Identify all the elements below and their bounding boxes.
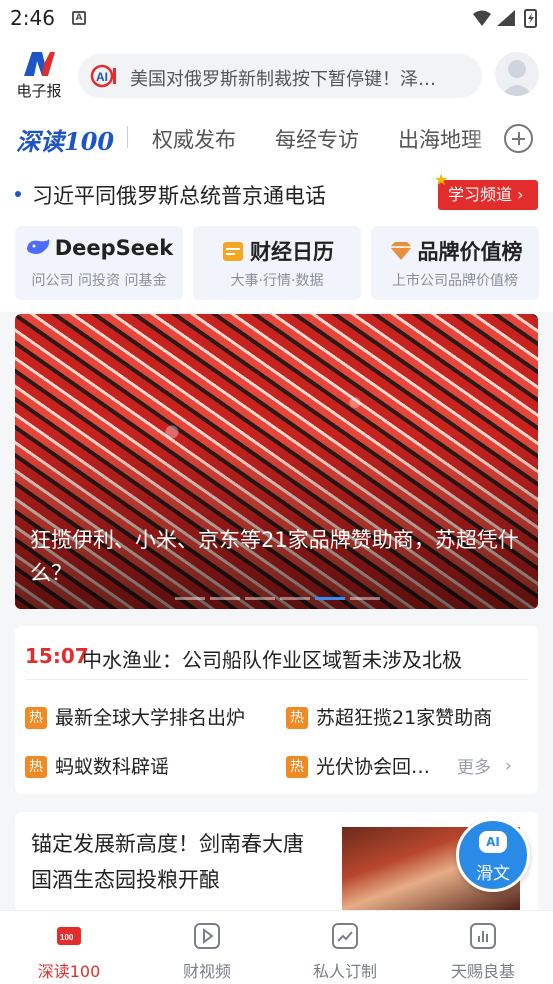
nav-custom[interactable]: 私人订制 [276,911,414,984]
card-calendar-title: 财经日历 [193,236,361,266]
fund-icon [470,923,496,949]
carousel-dot [175,597,205,600]
chevron-right-icon[interactable]: › [505,756,512,776]
nav-label: 深读100 [37,962,101,981]
ai-search-icon: AI [90,64,116,88]
status-icons [473,9,537,28]
app-header: 电子报 AI 美国对俄罗斯新制裁按下暂停键！泽… [0,36,553,116]
hot-item-text: 苏超狂揽21家赞助商 [316,707,493,729]
card-brand-ranking[interactable]: 品牌价值榜 上市公司品牌价值榜 [371,226,539,300]
study-channel-label: 学习频道 [448,185,513,204]
hot-item-text: 光伏协会回… [316,756,431,778]
tab-divider [127,126,128,148]
nbd-logo-icon [24,52,55,76]
hot-item[interactable]: 热最新全球大学排名出炉 [25,703,245,730]
tab-shendu100-label: 深读100 [16,127,115,156]
flash-headline[interactable]: 中水渔业：公司船队作业区域暂未涉及北极 [82,644,462,673]
card-deepseek-subtitle: 问公司 问投资 问基金 [31,273,167,289]
news-flash-panel: 15:07 中水渔业：公司船队作业区域暂未涉及北极 热最新全球大学排名出炉 热苏… [15,626,538,794]
card-calendar-subtitle: 大事·行情·数据 [230,273,324,289]
nav-label: 私人订制 [312,962,377,981]
carousel-dot [350,597,380,600]
article-title[interactable]: 锚定发展新高度！剑南春大唐国酒生态园投粮开酿 [31,826,321,898]
carousel-dot [210,597,240,600]
banner-caption[interactable]: 狂揽伊利、小米、京东等21家品牌赞助商，苏超凭什么？ [30,524,525,590]
feature-cards: DeepSeek 问公司 问投资 问基金 财经日历 大事·行情·数据 品牌价值榜 [0,218,553,312]
card-finance-calendar[interactable]: 财经日历 大事·行情·数据 [193,226,361,300]
hot-tag: 热 [25,707,47,729]
a-icon: A [72,11,86,25]
hot-tag: 热 [25,756,47,778]
calendar-icon [223,242,243,261]
e-paper-logo[interactable]: 电子报 [14,50,64,100]
logo-label: 电子报 [16,82,62,100]
tab-shendu100[interactable]: 深读100 [16,122,116,156]
user-icon [501,60,533,96]
carousel-dot [245,597,275,600]
ai-floating-button[interactable]: AI 滑文 [456,818,530,892]
add-channel-icon[interactable] [504,124,533,153]
avatar[interactable] [495,52,539,96]
hot-item[interactable]: 热蚂蚁数科辟谣 [25,752,169,779]
carousel-dot [280,597,310,600]
shendu-icon: 100 [57,927,81,945]
custom-icon [332,923,358,949]
nav-fund[interactable]: 天赐良基 [414,911,552,984]
tab-authority[interactable]: 权威发布 [152,124,236,154]
svg-text:AI: AI [96,70,108,84]
hot-tag: 热 [286,707,308,729]
headline-text[interactable]: 习近平同俄罗斯总统普京通电话 [32,180,326,210]
nav-shendu100[interactable]: 100 深读100 [0,911,138,984]
card-brand-subtitle: 上市公司品牌价值榜 [392,273,518,289]
more-link[interactable]: 更多 [457,753,491,778]
status-bar: 2:46 A [0,0,553,36]
hot-item[interactable]: 热苏超狂揽21家赞助商 [286,703,492,730]
card-brand-label: 品牌价值榜 [417,240,523,264]
hot-item-text: 最新全球大学排名出炉 [55,707,246,729]
diamond-icon [389,242,412,260]
card-brand-title: 品牌价值榜 [371,236,539,266]
hot-item-text: 蚂蚁数科辟谣 [55,756,170,778]
tab-fade [470,116,500,162]
hero-banner[interactable]: 狂揽伊利、小米、京东等21家品牌赞助商，苏超凭什么？ [15,314,538,609]
hot-tag: 热 [286,756,308,778]
video-icon [194,923,220,949]
card-calendar-label: 财经日历 [250,240,334,264]
svg-text:100: 100 [60,933,74,942]
tab-interview[interactable]: 每经专访 [275,124,359,154]
hot-item[interactable]: 热光伏协会回… [286,752,430,779]
flash-time: 15:07 [25,644,89,668]
signal-icon [497,10,515,26]
ai-button-label: 滑文 [476,864,510,884]
star-icon: ★ [434,170,449,189]
search-input[interactable]: 美国对俄罗斯新制裁按下暂停键！泽… [130,65,470,91]
channel-tabs: 深读100 权威发布 每经专访 出海地理 [0,116,553,162]
ai-robot-icon: AI [479,831,507,853]
carousel-indicator [175,597,395,601]
top-headline[interactable]: 习近平同俄罗斯总统普京通电话 ★ 学习频道 › [0,162,553,218]
carousel-dot-active [315,597,345,600]
card-deepseek[interactable]: DeepSeek 问公司 问投资 问基金 [15,226,183,300]
app-screen: 2:46 A 电子报 AI 美国对俄罗斯新制裁按下暂停键！泽… 深读100 权威… [0,0,553,984]
wifi-icon [473,10,491,26]
bullet-dot [15,191,21,197]
nav-video[interactable]: 财视频 [138,911,276,984]
nav-label: 天赐良基 [450,962,515,981]
nav-label: 财视频 [182,962,231,981]
bottom-nav: 100 深读100 财视频 私人订制 天赐良基 [0,910,553,984]
card-deepseek-label: DeepSeek [54,236,174,260]
divider [25,679,528,680]
card-deepseek-title: DeepSeek [15,236,183,260]
search-bar[interactable]: AI 美国对俄罗斯新制裁按下暂停键！泽… [78,54,482,98]
study-channel-button[interactable]: ★ 学习频道 › [434,172,538,210]
status-time: 2:46 [10,6,55,30]
whale-icon [26,239,49,254]
